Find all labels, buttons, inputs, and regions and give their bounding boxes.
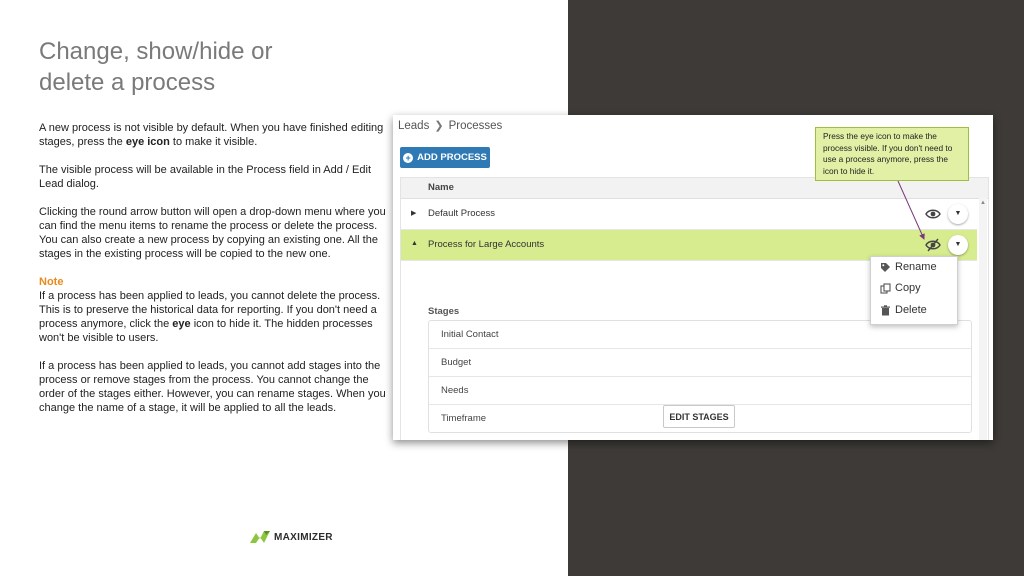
eye-icon[interactable] [925,207,941,221]
breadcrumb-leads-link[interactable]: Leads [398,120,429,132]
chevron-right-icon: ❯ [434,120,444,132]
caret-down-icon: ▼ [954,210,962,217]
note-title: Note [39,276,64,288]
scrollbar[interactable]: ▲ [979,198,987,440]
menu-item-label: Rename [895,261,937,273]
menu-item-label: Delete [895,304,927,316]
eye-slash-icon[interactable] [925,238,941,252]
plus-icon: + [403,152,414,163]
eye-icon-emphasis: eye icon [125,136,170,148]
paragraph-2: The visible process will be available in… [39,164,372,190]
column-header-name[interactable]: Name [428,182,454,193]
stage-item: Budget [429,349,971,377]
menu-item-delete[interactable]: Delete [880,304,927,316]
paragraph-5: If a process has been applied to leads, … [39,360,386,414]
paragraph-1-text-end: to make it visible. [169,136,258,148]
stage-name: Initial Contact [441,329,499,340]
tag-icon [881,262,890,272]
process-menu-button[interactable]: ▼ [948,235,968,255]
expand-up-icon[interactable]: ▲ [411,240,418,247]
menu-item-copy[interactable]: Copy [880,282,921,294]
expand-right-icon[interactable]: ▶ [411,209,416,217]
breadcrumb: Leads ❯ Processes [398,119,503,133]
paragraph-3: Clicking the round arrow button will ope… [39,206,386,260]
paragraph-1: A new process is not visible by default.… [39,121,386,149]
stage-name: Timeframe [441,413,487,424]
callout-text: Press the eye icon to make the process v… [823,131,953,176]
note-paragraph: Note If a process has been applied to lea… [39,275,386,345]
stage-name: Budget [441,357,472,368]
caret-down-icon: ▼ [954,241,962,248]
edit-stages-button[interactable]: EDIT STAGES [663,405,735,428]
process-name: Default Process [428,208,496,219]
menu-item-rename[interactable]: Rename [880,261,937,273]
breadcrumb-current: Processes [448,119,503,132]
table-header: Name [401,178,988,199]
eye-emphasis: eye [172,318,191,330]
process-name: Process for Large Accounts [428,239,545,250]
stage-name: Needs [441,385,469,396]
copy-icon [880,282,891,294]
body-text: A new process is not visible by default.… [39,121,386,429]
maximizer-logo: MAXIMIZER [250,528,333,546]
add-process-button[interactable]: + ADD PROCESS [400,147,490,168]
maximizer-logo-icon [250,531,270,543]
menu-item-label: Copy [895,282,921,294]
title-line-2: delete a process [39,69,216,96]
process-menu-button[interactable]: ▼ [948,204,968,224]
stage-item: Needs [429,377,971,405]
process-dropdown-menu: Rename Copy Delete [870,256,958,325]
trash-icon [881,304,890,315]
callout-tooltip: Press the eye icon to make the process v… [815,127,969,181]
stages-label: Stages [428,306,460,317]
slide-title: Change, show/hide or delete a process [39,36,359,98]
edit-stages-label: EDIT STAGES [669,411,729,422]
title-line-1: Change, show/hide or [39,38,273,65]
stage-item: Initial Contact [429,321,971,349]
add-process-label: ADD PROCESS [417,152,487,163]
scroll-up-icon[interactable]: ▲ [980,200,986,206]
process-row-default[interactable]: ▶ Default Process ▼ [401,199,977,230]
logo-text: MAXIMIZER [274,531,333,543]
